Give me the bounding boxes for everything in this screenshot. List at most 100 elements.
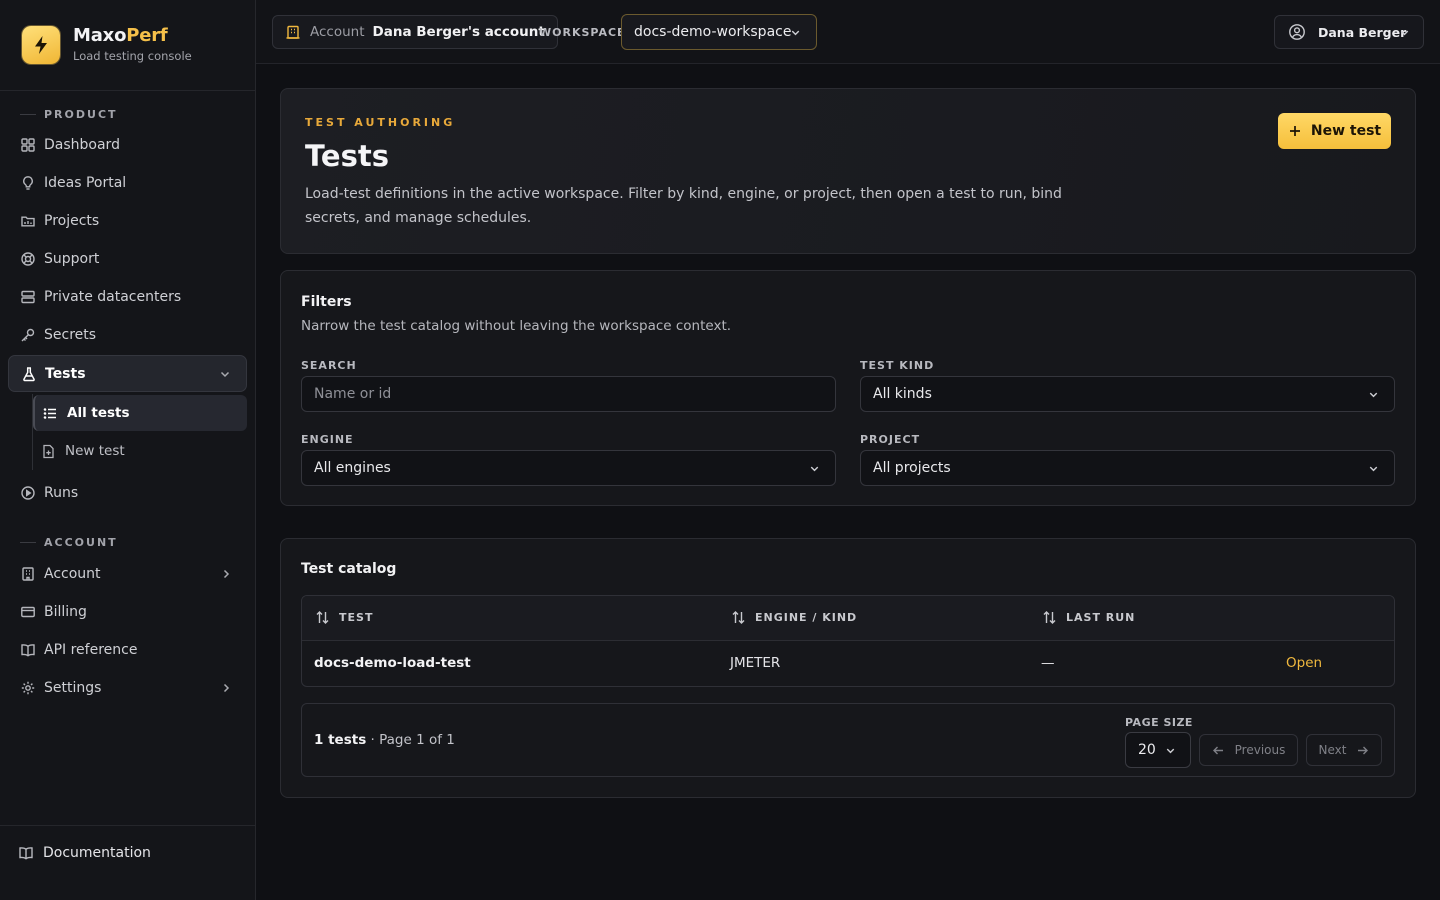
filters-title: Filters <box>301 294 352 310</box>
column-header-test[interactable]: TEST <box>315 610 373 625</box>
sidebar-item-label: Account <box>44 566 101 582</box>
search-field[interactable] <box>301 376 836 412</box>
sidebar-item-api-reference[interactable]: API reference <box>8 632 247 668</box>
sidebar-item-label: Billing <box>44 604 87 620</box>
brand-subtitle: Load testing console <box>73 49 192 63</box>
chevron-down-icon <box>1367 462 1380 475</box>
previous-page-button[interactable]: Previous <box>1199 734 1298 766</box>
engine-label: ENGINE <box>301 433 354 446</box>
divider <box>0 825 255 826</box>
project-select[interactable]: All projects <box>860 450 1395 486</box>
chevron-down-icon <box>1398 26 1411 39</box>
test-kind-value: All kinds <box>873 386 932 402</box>
chevron-down-icon <box>218 367 232 381</box>
test-kind-select[interactable]: All kinds <box>860 376 1395 412</box>
table-row[interactable]: docs-demo-load-test JMETER — Open <box>302 641 1394 686</box>
lightbulb-icon <box>20 175 36 191</box>
search-input[interactable] <box>314 386 835 402</box>
sidebar-item-dashboard[interactable]: Dashboard <box>8 127 247 163</box>
page-description: Load-test definitions in the active work… <box>305 186 1062 226</box>
sidebar-subitem-all-tests[interactable]: All tests <box>33 395 247 431</box>
sidebar-item-label: Support <box>44 251 100 267</box>
engine-select[interactable]: All engines <box>301 450 836 486</box>
sidebar-item-settings[interactable]: Settings <box>8 670 247 706</box>
sidebar-item-secrets[interactable]: Secrets <box>8 317 247 353</box>
project-value: All projects <box>873 460 951 476</box>
sidebar-item-label: Tests <box>45 365 86 382</box>
filters-subtitle: Narrow the test catalog without leaving … <box>301 318 732 334</box>
sidebar-item-label: API reference <box>44 642 138 658</box>
column-label: ENGINE / KIND <box>755 611 858 624</box>
book-icon <box>20 642 36 658</box>
sidebar-item-support[interactable]: Support <box>8 241 247 277</box>
next-label: Next <box>1318 743 1347 757</box>
next-page-button[interactable]: Next <box>1306 734 1382 766</box>
user-menu[interactable]: Dana Berger <box>1274 15 1424 49</box>
sidebar-item-tests[interactable]: Tests <box>8 355 247 392</box>
topbar: Account Dana Berger's account WORKSPACE … <box>256 0 1440 64</box>
documentation-label: Documentation <box>43 845 151 861</box>
sidebar-item-runs[interactable]: Runs <box>8 475 247 511</box>
section-label-account: ACCOUNT <box>20 536 118 549</box>
page-size-label: PAGE SIZE <box>1125 716 1193 729</box>
results-summary: 1 tests · Page 1 of 1 <box>314 732 455 748</box>
test-name[interactable]: docs-demo-load-test <box>314 655 471 671</box>
chevron-down-icon <box>789 26 802 39</box>
new-test-button[interactable]: New test <box>1278 113 1391 149</box>
sidebar-item-billing[interactable]: Billing <box>8 594 247 630</box>
sidebar-item-label: Ideas Portal <box>44 175 127 191</box>
section-label-product: PRODUCT <box>20 108 118 121</box>
account-switcher[interactable]: Account Dana Berger's account <box>272 15 558 49</box>
gear-icon <box>20 680 36 696</box>
folder-icon <box>20 213 36 229</box>
sidebar-item-label: Dashboard <box>44 137 120 153</box>
column-header-last-run[interactable]: LAST RUN <box>1042 610 1135 625</box>
pagination: 1 tests · Page 1 of 1 PAGE SIZE 20 Previ… <box>301 703 1395 777</box>
page-size-select[interactable]: 20 <box>1125 732 1191 768</box>
user-name: Dana Berger <box>1318 24 1407 40</box>
sidebar-item-ideas-portal[interactable]: Ideas Portal <box>8 165 247 201</box>
brand-name: MaxoPerf <box>73 25 168 46</box>
sidebar-item-label: Settings <box>44 680 102 696</box>
sort-icon <box>1042 610 1057 625</box>
chevron-right-icon <box>219 567 233 581</box>
test-last-run: — <box>1041 655 1055 671</box>
building-icon <box>285 24 301 40</box>
filters-card: Filters Narrow the test catalog without … <box>280 270 1416 506</box>
column-label: LAST RUN <box>1066 611 1136 624</box>
sidebar-item-account[interactable]: Account <box>8 556 247 592</box>
chevron-down-icon <box>1367 388 1380 401</box>
project-label: PROJECT <box>860 433 921 446</box>
sidebar-item-label: Private datacenters <box>44 289 182 305</box>
lifebuoy-icon <box>20 251 36 267</box>
documentation-link[interactable]: Documentation <box>18 845 151 861</box>
table-header: TEST ENGINE / KIND LAST RUN <box>302 596 1394 641</box>
sidebar-item-label: Secrets <box>44 327 97 343</box>
sidebar-item-label: Projects <box>44 213 100 229</box>
workspace-select[interactable]: docs-demo-workspace <box>621 14 817 50</box>
sidebar-item-projects[interactable]: Projects <box>8 203 247 239</box>
chevron-down-icon <box>808 462 821 475</box>
sidebar-subitem-label: All tests <box>67 405 130 421</box>
page-size-value: 20 <box>1138 742 1156 758</box>
open-test-link[interactable]: Open <box>1286 655 1322 671</box>
chevron-right-icon <box>219 681 233 695</box>
column-header-engine-kind[interactable]: ENGINE / KIND <box>731 610 857 625</box>
test-engine: JMETER <box>730 655 781 671</box>
column-label: TEST <box>339 611 374 624</box>
divider <box>0 90 255 91</box>
sort-icon <box>315 610 330 625</box>
test-catalog-card: Test catalog TEST ENGINE / KIND LAST RUN… <box>280 538 1416 798</box>
key-icon <box>20 327 36 343</box>
page-title: Tests <box>305 139 389 173</box>
workspace-label: WORKSPACE <box>539 26 626 39</box>
sidebar-item-label: Runs <box>44 485 79 501</box>
bolt-icon <box>22 26 60 64</box>
account-name: Dana Berger's account <box>372 24 545 40</box>
brand[interactable]: MaxoPerf Load testing console <box>22 25 192 64</box>
previous-label: Previous <box>1234 743 1286 757</box>
engine-value: All engines <box>314 460 391 476</box>
server-icon <box>20 289 36 305</box>
sidebar-item-private-datacenters[interactable]: Private datacenters <box>8 279 247 315</box>
sidebar-subitem-new-test[interactable]: New test <box>33 433 247 469</box>
